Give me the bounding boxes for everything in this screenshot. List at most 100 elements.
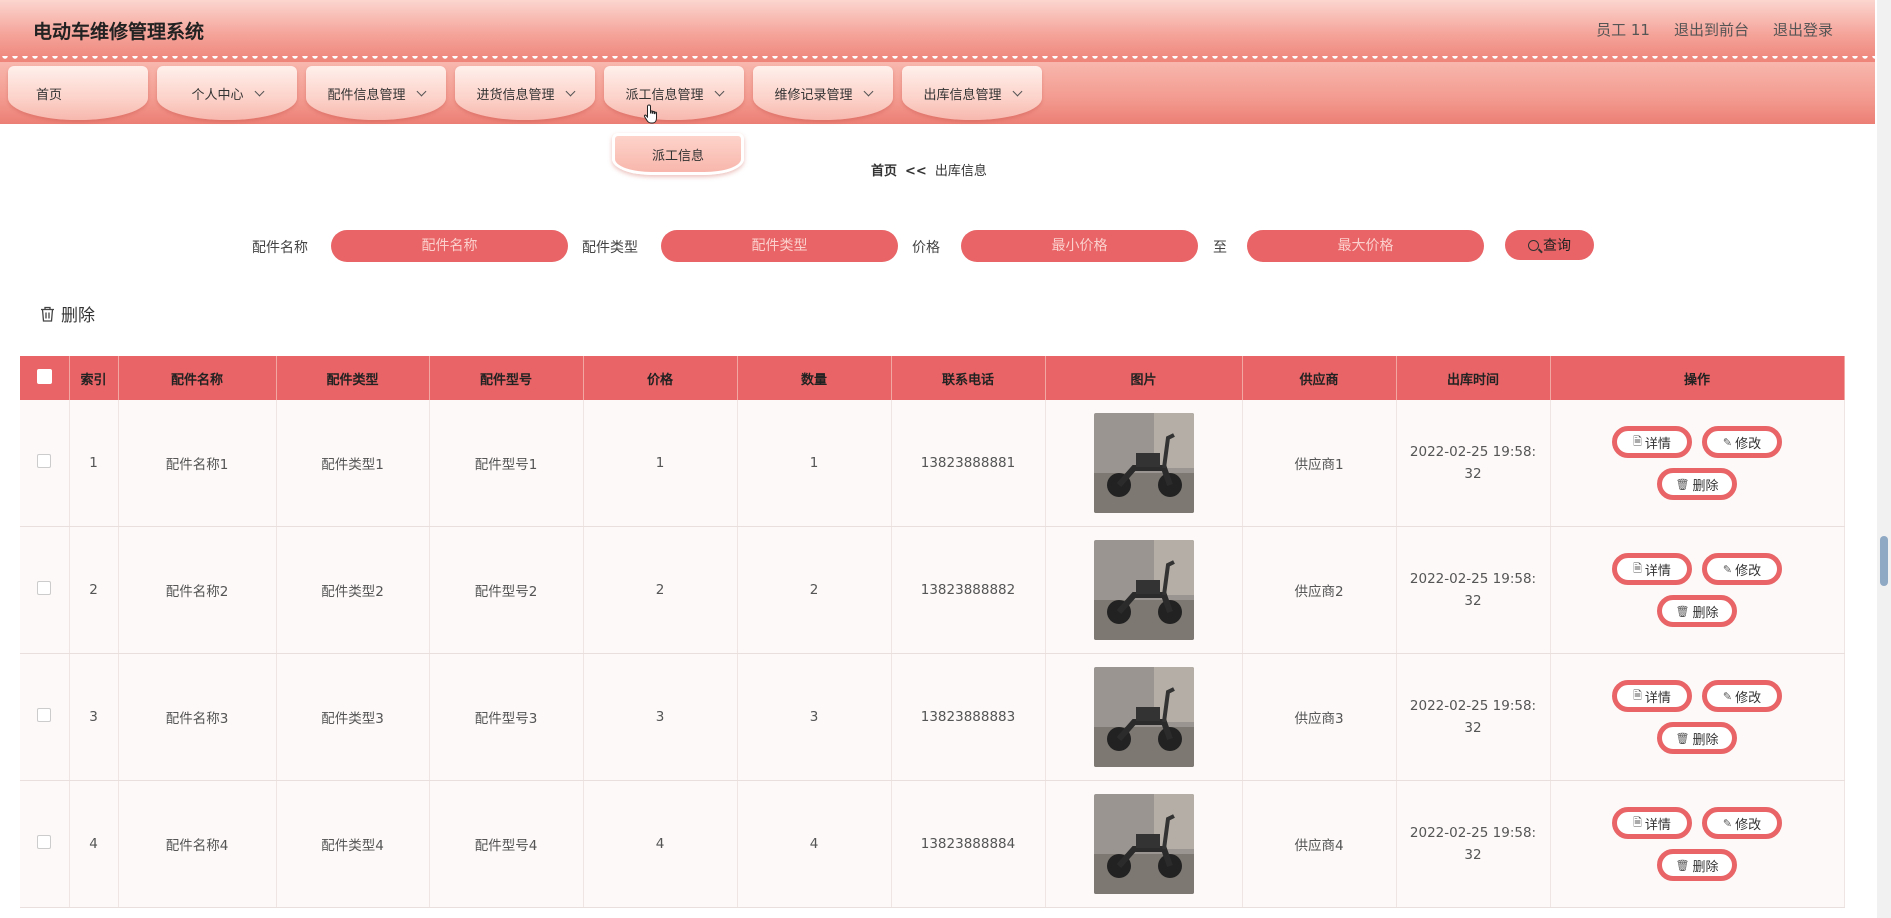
logout-link[interactable]: 退出登录 <box>1773 19 1833 40</box>
part-type-label: 配件类型 <box>582 240 638 256</box>
detail-button[interactable]: 🗎 详情 <box>1612 426 1692 458</box>
breadcrumb: 首页 << 出库信息 <box>871 160 987 179</box>
delete-label: 删除 <box>1692 605 1719 621</box>
nav-outbound-info[interactable]: 出库信息管理 <box>902 66 1042 120</box>
pencil-icon: ✎ <box>1722 562 1733 576</box>
header-actions: 员工 11 退出到前台 退出登录 <box>1596 19 1833 40</box>
scooter-photo[interactable] <box>1093 667 1194 767</box>
detail-button[interactable]: 🗎 详情 <box>1612 807 1692 839</box>
nav-dispatch-info[interactable]: 派工信息管理 <box>604 66 744 120</box>
delete-button[interactable]: 🗑 删除 <box>1657 468 1737 500</box>
delete-label: 删除 <box>1692 478 1719 494</box>
delete-label: 删除 <box>1692 732 1719 748</box>
nav-parts-info[interactable]: 配件信息管理 <box>306 66 446 120</box>
dropdown-dispatch-info-item[interactable]: 派工信息 <box>612 133 744 175</box>
part-name-label: 配件名称 <box>252 240 308 256</box>
search-bar: 配件名称 配件类型 价格 至 查询 <box>0 229 1875 262</box>
price-label: 价格 <box>912 240 940 256</box>
detail-button[interactable]: 🗎 详情 <box>1612 553 1692 585</box>
row-select-cell[interactable] <box>20 400 70 527</box>
row-checkbox[interactable] <box>37 835 52 849</box>
image-cell <box>1045 780 1243 908</box>
bulk-delete-button[interactable]: 删除 <box>40 301 95 326</box>
nav-purchase-info[interactable]: 进货信息管理 <box>455 66 595 120</box>
edit-label: 修改 <box>1735 563 1762 579</box>
phone-cell: 13823888883 <box>891 653 1046 781</box>
table-row: 1 配件名称1 配件类型1 配件型号1 1 1 13823888881 供应商1 <box>20 400 1845 527</box>
column-header: 配件型号 <box>429 356 584 400</box>
edit-button[interactable]: ✎ 修改 <box>1702 426 1782 458</box>
edit-button[interactable]: ✎ 修改 <box>1702 680 1782 712</box>
scooter-photo[interactable] <box>1093 794 1194 894</box>
select-all-checkbox[interactable] <box>36 368 52 384</box>
part-name-cell: 配件名称2 <box>118 526 277 654</box>
part-model-cell: 配件型号3 <box>429 653 584 781</box>
trash-icon: 🗑 <box>1675 731 1690 745</box>
column-header: 供应商 <box>1242 356 1397 400</box>
table-row: 4 配件名称4 配件类型4 配件型号4 4 4 13823888884 供应商4 <box>20 780 1845 908</box>
part-name-cell: 配件名称3 <box>118 653 277 781</box>
scooter-photo[interactable] <box>1093 540 1194 640</box>
trash-icon: 🗑 <box>1675 604 1690 618</box>
table-header-row: 索引 配件名称 配件类型 配件型号 价格 数量 联系电话 图片 供应商 出库时间… <box>20 356 1845 400</box>
pencil-icon: ✎ <box>1722 689 1733 703</box>
nav-personal-center[interactable]: 个人中心 <box>157 66 297 120</box>
column-header: 出库时间 <box>1396 356 1551 400</box>
price-cell: 3 <box>583 653 738 781</box>
detail-label: 详情 <box>1644 690 1671 706</box>
table-row: 2 配件名称2 配件类型2 配件型号2 2 2 13823888882 供应商2 <box>20 526 1845 654</box>
column-header: 数量 <box>737 356 892 400</box>
query-button[interactable]: 查询 <box>1505 230 1594 260</box>
row-checkbox[interactable] <box>37 454 52 468</box>
trash-icon <box>41 306 54 322</box>
search-icon <box>1528 239 1539 251</box>
row-select-cell[interactable] <box>20 526 70 654</box>
nav-home-label: 首页 <box>36 87 63 103</box>
delete-button[interactable]: 🗑 删除 <box>1657 849 1737 881</box>
breadcrumb-home[interactable]: 首页 <box>871 164 897 179</box>
edit-button[interactable]: ✎ 修改 <box>1702 807 1782 839</box>
row-checkbox[interactable] <box>37 708 52 722</box>
nav-label: 维修记录管理 <box>774 87 853 103</box>
image-cell <box>1045 400 1243 527</box>
min-price-input[interactable] <box>961 230 1198 262</box>
price-cell: 1 <box>583 400 738 527</box>
part-name-input[interactable] <box>331 230 568 262</box>
scrollbar-thumb[interactable] <box>1880 536 1888 586</box>
detail-button[interactable]: 🗎 详情 <box>1612 680 1692 712</box>
scooter-photo[interactable] <box>1093 413 1194 513</box>
page-scrollbar[interactable] <box>1877 0 1891 918</box>
row-checkbox[interactable] <box>37 581 52 595</box>
detail-label: 详情 <box>1644 817 1671 833</box>
nav-home[interactable]: 首页 <box>8 66 148 120</box>
query-button-label: 查询 <box>1543 238 1571 254</box>
nav-repair-records[interactable]: 维修记录管理 <box>753 66 893 120</box>
price-cell: 2 <box>583 526 738 654</box>
part-type-cell: 配件类型1 <box>276 400 430 527</box>
quantity-cell: 4 <box>737 780 892 908</box>
chevron-down-icon <box>863 86 873 96</box>
part-type-cell: 配件类型3 <box>276 653 430 781</box>
nav-label: 个人中心 <box>191 87 244 103</box>
actions-cell: 🗎 详情 ✎ 修改 🗑 删除 <box>1550 526 1845 654</box>
row-select-cell[interactable] <box>20 780 70 908</box>
delete-button[interactable]: 🗑 删除 <box>1657 722 1737 754</box>
image-cell <box>1045 653 1243 781</box>
breadcrumb-current: 出库信息 <box>934 164 987 179</box>
select-all-cell[interactable] <box>20 356 70 400</box>
top-header: 电动车维修管理系统 员工 11 退出到前台 退出登录 <box>0 0 1875 62</box>
max-price-input[interactable] <box>1247 230 1484 262</box>
app-title: 电动车维修管理系统 <box>33 21 205 43</box>
back-to-front-link[interactable]: 退出到前台 <box>1674 19 1749 40</box>
chevron-down-icon <box>1012 86 1022 96</box>
index-cell: 2 <box>69 526 119 654</box>
breadcrumb-separator: << <box>905 164 927 179</box>
chevron-down-icon <box>254 86 264 96</box>
chevron-down-icon <box>714 86 724 96</box>
delete-button[interactable]: 🗑 删除 <box>1657 595 1737 627</box>
edit-button[interactable]: ✎ 修改 <box>1702 553 1782 585</box>
row-select-cell[interactable] <box>20 653 70 781</box>
quantity-cell: 1 <box>737 400 892 527</box>
part-type-input[interactable] <box>661 230 898 262</box>
nav-label: 进货信息管理 <box>476 87 555 103</box>
